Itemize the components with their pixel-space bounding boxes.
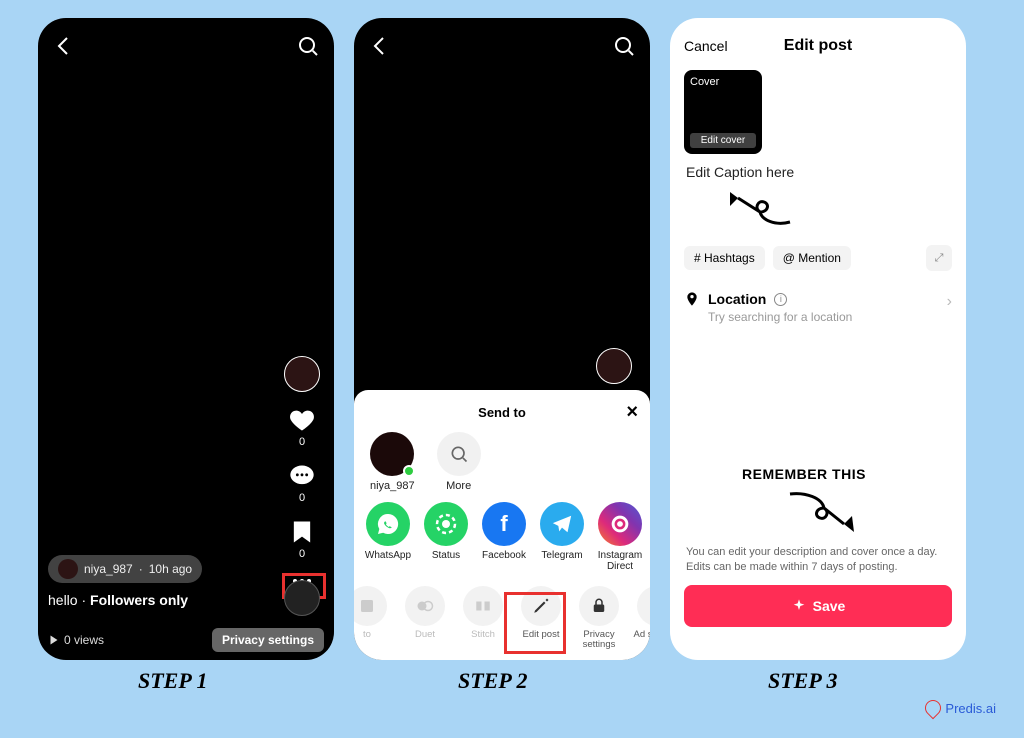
author-name: niya_987 [84, 562, 133, 576]
expand-icon[interactable]: ⤢ [926, 245, 952, 271]
back-icon[interactable] [368, 34, 392, 58]
sparkle-icon [791, 598, 807, 614]
comment-button[interactable]: 0 [288, 462, 316, 504]
comment-count: 0 [299, 492, 305, 504]
page-title: Edit post [784, 37, 852, 55]
search-icon[interactable] [612, 34, 636, 58]
share-instagram[interactable]: Instagram Direct [596, 502, 644, 572]
close-icon[interactable]: × [626, 401, 638, 424]
location-hint: Try searching for a location [708, 310, 952, 324]
bookmark-button[interactable]: 0 [288, 518, 316, 560]
remember-label: REMEMBER THIS [742, 466, 950, 482]
sound-disc[interactable] [284, 580, 320, 616]
step2-label: STEP 2 [458, 668, 527, 694]
cover-thumbnail[interactable]: Cover Edit cover [684, 70, 762, 154]
post-time: 10h ago [149, 562, 192, 576]
share-whatsapp[interactable]: WhatsApp [364, 502, 412, 572]
author-pill[interactable]: niya_987 · 10h ago [48, 555, 202, 583]
mention-chip[interactable]: @ Mention [773, 246, 851, 270]
step3-phone: Cancel Edit post Cover Edit cover Edit C… [670, 18, 966, 660]
step3-label: STEP 3 [768, 668, 837, 694]
brand-watermark: Predis.ai [925, 700, 996, 716]
sheet-title: Send to [478, 405, 526, 420]
step2-phone: Send to × niya_987 More WhatsApp Status … [354, 18, 650, 660]
share-sheet: Send to × niya_987 More WhatsApp Status … [354, 390, 650, 660]
step1-phone: 0 0 0 niya_987 · 10h ago hello [38, 18, 334, 660]
highlight-box [504, 592, 566, 654]
action-duet[interactable]: Duet [398, 586, 452, 651]
step1-label: STEP 1 [138, 668, 207, 694]
contact-item[interactable]: niya_987 [370, 432, 415, 492]
like-button[interactable]: 0 [288, 406, 316, 448]
caption-input[interactable]: Edit Caption here [670, 154, 966, 186]
back-icon[interactable] [52, 34, 76, 58]
arrow-doodle-icon [720, 190, 800, 230]
action-privacy[interactable]: Privacy settings [572, 586, 626, 651]
arrow-doodle-icon [782, 488, 862, 534]
profile-avatar[interactable] [284, 356, 320, 392]
share-status[interactable]: Status [422, 502, 470, 572]
hashtags-chip[interactable]: # Hashtags [684, 246, 765, 270]
info-icon[interactable]: i [774, 293, 787, 306]
profile-avatar[interactable] [596, 348, 632, 384]
share-telegram[interactable]: Telegram [538, 502, 586, 572]
more-contacts[interactable]: More [437, 432, 481, 492]
privacy-settings-button[interactable]: Privacy settings [212, 628, 324, 652]
action-partial[interactable]: to [354, 586, 394, 651]
location-row[interactable]: Location i › Try searching for a locatio… [670, 281, 966, 326]
share-facebook[interactable]: fFacebook [480, 502, 528, 572]
edit-note: You can edit your description and cover … [670, 545, 966, 575]
views-label: 0 views [48, 633, 104, 647]
caption: hello · Followers only [48, 592, 324, 608]
action-stitch[interactable]: Stitch [456, 586, 510, 651]
search-icon[interactable] [296, 34, 320, 58]
save-button[interactable]: Save [684, 585, 952, 627]
location-icon [684, 291, 700, 307]
action-ad-settings[interactable]: Ad settings [630, 586, 650, 651]
chevron-right-icon: › [947, 293, 952, 311]
like-count: 0 [299, 436, 305, 448]
cancel-button[interactable]: Cancel [684, 38, 728, 54]
edit-cover-button[interactable]: Edit cover [690, 133, 756, 148]
